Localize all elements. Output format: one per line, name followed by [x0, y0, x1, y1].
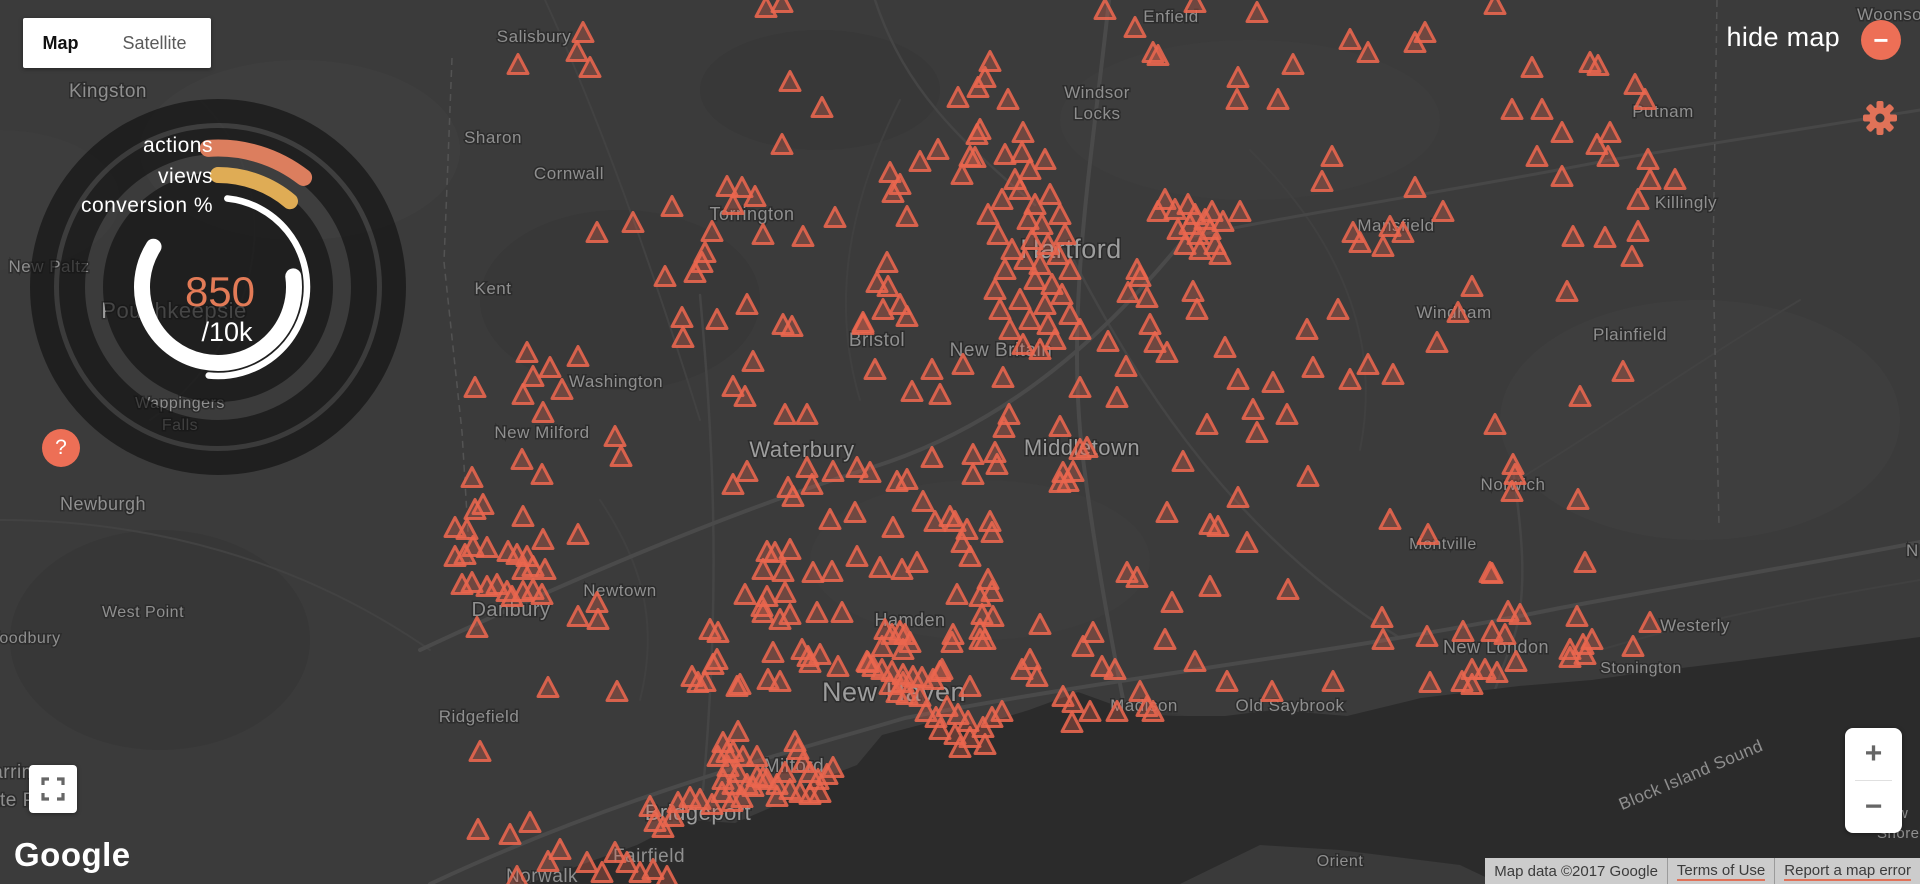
fullscreen-button[interactable]	[29, 765, 77, 813]
map-label: Salisbury	[497, 27, 571, 46]
map-label: Kent	[475, 279, 512, 298]
map-label: Plainfield	[1593, 325, 1667, 344]
gauge-value: 850	[185, 268, 255, 315]
attribution-bar: Map data ©2017 Google Terms of Use Repor…	[1485, 858, 1920, 884]
legend-actions-label: actions	[143, 134, 213, 157]
zoom-out-button[interactable]: −	[1845, 781, 1902, 833]
map-label: Sharon	[464, 128, 522, 147]
map-type-satellite-button[interactable]: Satellite	[98, 18, 211, 68]
legend-conversion-label: conversion %	[81, 194, 213, 217]
gear-icon	[1863, 101, 1897, 135]
gauge-denominator: /10k	[201, 317, 253, 347]
terms-of-use-link[interactable]: Terms of Use	[1666, 858, 1775, 884]
map-label: Washington	[569, 372, 663, 391]
map-label: Killingly	[1655, 193, 1717, 212]
map-label: Woodbury	[0, 630, 61, 647]
map-label: Stonington	[1600, 660, 1682, 677]
fullscreen-icon	[41, 777, 65, 801]
map-label: N	[1906, 541, 1919, 560]
legend-views-label: views	[158, 165, 213, 188]
map-label: Locks	[1074, 104, 1121, 123]
map-label: West Point	[102, 604, 184, 621]
map-label: Waterbury	[749, 437, 854, 462]
map-type-map-button[interactable]: Map	[23, 18, 98, 68]
map-label: New Milford	[494, 423, 589, 442]
map-label: Orient	[1317, 853, 1364, 870]
map-screen: Kingston Salisbury Enfield Windsor Locks Shar…	[0, 0, 1920, 884]
map-label: Cornwall	[534, 164, 604, 183]
map-label: Ridgefield	[439, 707, 520, 726]
map-label: Westerly	[1660, 616, 1730, 635]
google-logo[interactable]: Google	[14, 836, 131, 874]
zoom-control: + −	[1845, 728, 1902, 833]
map-label: Old Saybrook	[1236, 696, 1345, 715]
help-button[interactable]: ?	[42, 429, 80, 467]
map-data-attribution: Map data ©2017 Google	[1485, 858, 1667, 884]
hide-map-label: hide map	[1726, 22, 1840, 52]
hide-map-button[interactable]: −	[1861, 20, 1901, 60]
zoom-in-button[interactable]: +	[1845, 728, 1902, 780]
settings-button[interactable]	[1861, 99, 1899, 137]
report-map-error-link[interactable]: Report a map error	[1774, 858, 1920, 884]
map-type-control: Map Satellite	[23, 18, 211, 68]
map-label: Windsor	[1064, 83, 1130, 102]
